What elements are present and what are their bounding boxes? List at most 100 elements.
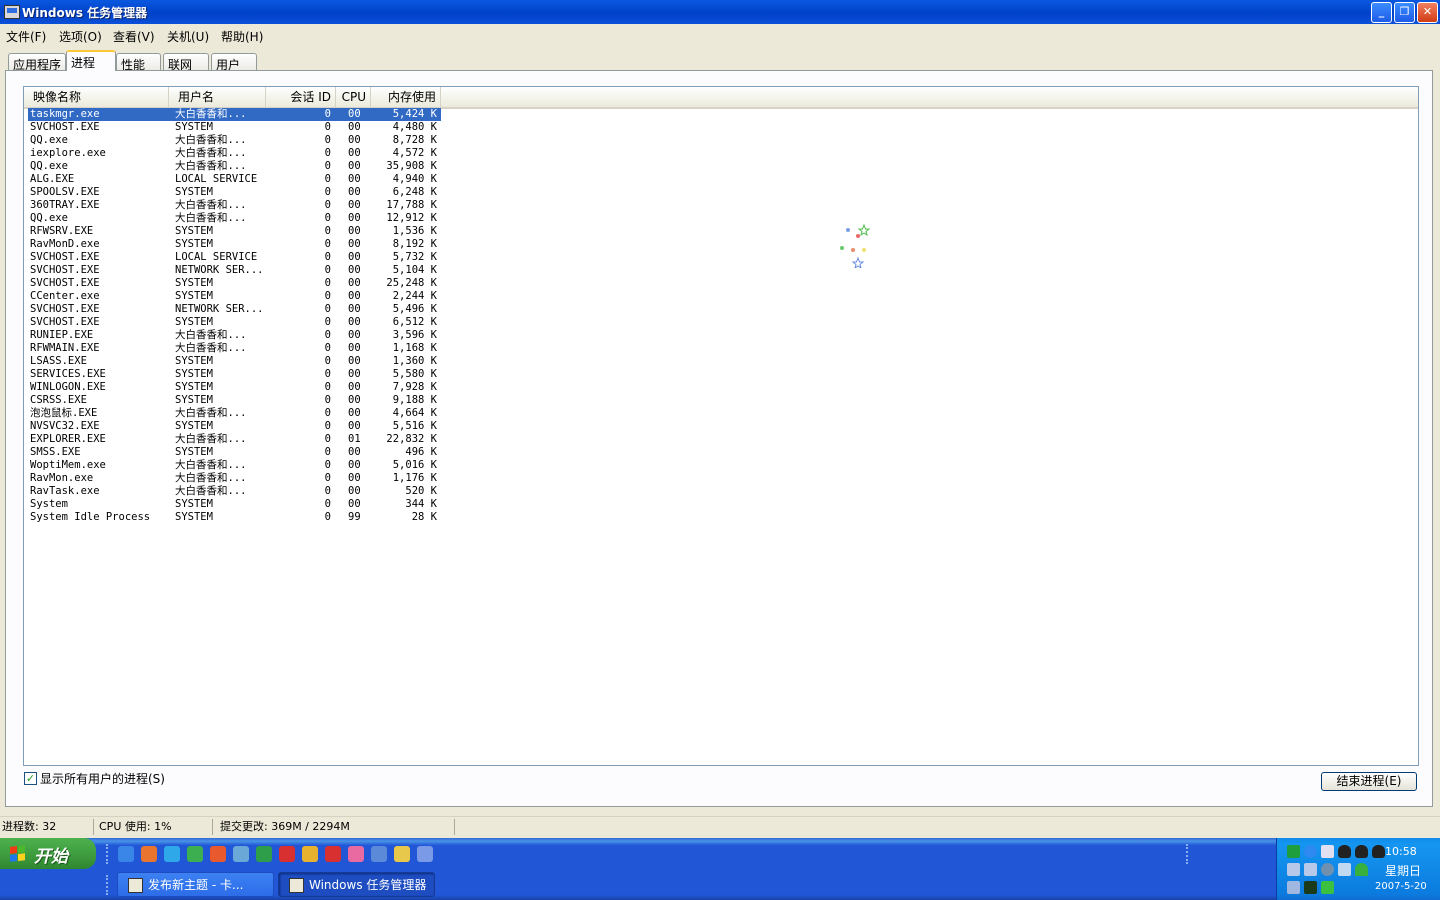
tab-networking[interactable]: 联网 (163, 53, 209, 72)
network-monitor-icon[interactable] (1287, 845, 1300, 858)
process-cpu: 00 (348, 108, 361, 120)
process-row[interactable]: RUNIEP.EXE 大白香香和... 0 00 3,596 K (28, 329, 441, 342)
clock-time[interactable]: 10:58 (1385, 845, 1417, 858)
speaker-icon[interactable] (1321, 863, 1334, 876)
process-cpu: 00 (348, 173, 361, 185)
process-session-id: 0 (324, 472, 331, 484)
arrow-icon[interactable] (164, 846, 180, 862)
tab-users[interactable]: 用户 (211, 53, 257, 72)
start-button[interactable]: 开始 (0, 838, 96, 869)
process-row[interactable]: WoptiMem.exe 大白香香和... 0 00 5,016 K (28, 459, 441, 472)
security-icon[interactable] (279, 846, 295, 862)
process-row[interactable]: SVCHOST.EXE NETWORK SER... 0 00 5,104 K (28, 264, 441, 277)
download-icon[interactable] (141, 846, 157, 862)
mouse-icon[interactable] (1287, 881, 1300, 894)
menu-view[interactable]: 查看(V) (113, 28, 155, 45)
globe-icon[interactable] (256, 846, 272, 862)
firewall-icon[interactable] (1338, 863, 1351, 876)
qq-user-icon[interactable] (302, 846, 318, 862)
process-row[interactable]: iexplore.exe 大白香香和... 0 00 4,572 K (28, 147, 441, 160)
process-row[interactable]: System Idle Process SYSTEM 0 99 28 K (28, 511, 441, 524)
taskbar-button-forum[interactable]: 发布新主题 - 卡... (117, 872, 274, 897)
network-icon[interactable] (233, 846, 249, 862)
process-name: System (30, 498, 68, 510)
ie-icon[interactable] (1304, 845, 1317, 858)
qq-icon[interactable] (1355, 845, 1368, 858)
process-row[interactable]: 360TRAY.EXE 大白香香和... 0 00 17,788 K (28, 199, 441, 212)
process-row[interactable]: WINLOGON.EXE SYSTEM 0 00 7,928 K (28, 381, 441, 394)
column-header-memory[interactable]: 内存使用 (371, 87, 441, 107)
process-row[interactable]: LSASS.EXE SYSTEM 0 00 1,360 K (28, 355, 441, 368)
process-row[interactable]: EXPLORER.EXE 大白香香和... 0 01 22,832 K (28, 433, 441, 446)
process-row[interactable]: SPOOLSV.EXE SYSTEM 0 00 6,248 K (28, 186, 441, 199)
tab-processes[interactable]: 进程 (66, 50, 116, 71)
process-row[interactable]: CCenter.exe SYSTEM 0 00 2,244 K (28, 290, 441, 303)
process-row[interactable]: ALG.EXE LOCAL SERVICE 0 00 4,940 K (28, 173, 441, 186)
qq-icon[interactable] (1338, 845, 1351, 858)
process-row[interactable]: RavMonD.exe SYSTEM 0 00 8,192 K (28, 238, 441, 251)
process-user: SYSTEM (175, 238, 213, 250)
process-row[interactable]: SVCHOST.EXE SYSTEM 0 00 25,248 K (28, 277, 441, 290)
process-row[interactable]: SVCHOST.EXE LOCAL SERVICE 0 00 5,732 K (28, 251, 441, 264)
moon-icon[interactable] (417, 846, 433, 862)
network-connection-icon[interactable] (1304, 863, 1317, 876)
ie-icon[interactable] (118, 846, 134, 862)
menu-shutdown[interactable]: 关机(U) (167, 28, 209, 45)
column-header-session-id[interactable]: 会话 ID (266, 87, 336, 107)
end-process-button[interactable]: 结束进程(E) (1321, 772, 1417, 791)
toolbar-grip[interactable] (106, 875, 111, 895)
shield-icon[interactable] (187, 846, 203, 862)
title-bar[interactable]: Windows 任务管理器 _ ❐ ✕ (0, 0, 1440, 24)
toolbar-grip[interactable] (106, 844, 111, 864)
minimize-button[interactable]: _ (1371, 2, 1392, 23)
network-icon[interactable] (1321, 845, 1334, 858)
process-user: 大白香香和... (175, 472, 247, 484)
process-row[interactable]: QQ.exe 大白香香和... 0 00 8,728 K (28, 134, 441, 147)
qq-icon[interactable] (1372, 845, 1385, 858)
process-list[interactable]: 映像名称 用户名 会话 ID CPU 内存使用 taskmgr.exe 大白香香和… (23, 86, 1419, 766)
clock-date[interactable]: 2007-5-20 (1375, 881, 1427, 892)
process-row[interactable]: NVSVC32.EXE SYSTEM 0 00 5,516 K (28, 420, 441, 433)
process-row[interactable]: CSRSS.EXE SYSTEM 0 00 9,188 K (28, 394, 441, 407)
process-row[interactable]: QQ.exe 大白香香和... 0 00 12,912 K (28, 212, 441, 225)
network-connection-icon[interactable] (1287, 863, 1300, 876)
clock-day[interactable]: 星期日 (1385, 862, 1421, 879)
process-row[interactable]: SMSS.EXE SYSTEM 0 00 496 K (28, 446, 441, 459)
toolbar-grip[interactable] (1186, 844, 1191, 864)
maximize-button[interactable]: ❐ (1394, 2, 1415, 23)
process-memory: 35,908 K (386, 160, 437, 172)
process-row[interactable]: SERVICES.EXE SYSTEM 0 00 5,580 K (28, 368, 441, 381)
umbrella-icon[interactable] (1355, 863, 1368, 876)
qq-icon[interactable] (325, 846, 341, 862)
tab-applications[interactable]: 应用程序 (8, 53, 66, 72)
taskbar-button-task-manager[interactable]: Windows 任务管理器 (278, 872, 435, 897)
antivirus-icon[interactable] (210, 846, 226, 862)
process-session-id: 0 (324, 212, 331, 224)
app-icon[interactable] (348, 846, 364, 862)
process-row[interactable]: System SYSTEM 0 00 344 K (28, 498, 441, 511)
menu-help[interactable]: 帮助(H) (221, 28, 263, 45)
process-row[interactable]: RFWMAIN.EXE 大白香香和... 0 00 1,168 K (28, 342, 441, 355)
shield-icon[interactable] (1321, 881, 1334, 894)
process-row[interactable]: RFWSRV.EXE SYSTEM 0 00 1,536 K (28, 225, 441, 238)
tab-performance[interactable]: 性能 (116, 53, 161, 72)
process-row[interactable]: SVCHOST.EXE SYSTEM 0 00 6,512 K (28, 316, 441, 329)
battery-icon[interactable] (394, 846, 410, 862)
process-name: SVCHOST.EXE (30, 251, 100, 263)
menu-file[interactable]: 文件(F) (6, 28, 46, 45)
column-header-user-name[interactable]: 用户名 (169, 87, 266, 107)
column-header-image-name[interactable]: 映像名称 (24, 87, 169, 107)
monitor-icon[interactable] (1304, 881, 1317, 894)
process-row[interactable]: SVCHOST.EXE NETWORK SER... 0 00 5,496 K (28, 303, 441, 316)
disk-icon[interactable] (371, 846, 387, 862)
menu-options[interactable]: 选项(O) (59, 28, 102, 45)
close-button[interactable]: ✕ (1417, 2, 1438, 23)
column-header-cpu[interactable]: CPU (336, 87, 371, 107)
process-row[interactable]: 泡泡鼠标.EXE 大白香香和... 0 00 4,664 K (28, 407, 441, 420)
process-row[interactable]: QQ.exe 大白香香和... 0 00 35,908 K (28, 160, 441, 173)
checkbox-check-icon[interactable]: ✓ (24, 772, 37, 785)
process-row[interactable]: SVCHOST.EXE SYSTEM 0 00 4,480 K (28, 121, 441, 134)
process-row[interactable]: taskmgr.exe 大白香香和... 0 00 5,424 K (28, 108, 441, 121)
process-row[interactable]: RavTask.exe 大白香香和... 0 00 520 K (28, 485, 441, 498)
process-row[interactable]: RavMon.exe 大白香香和... 0 00 1,176 K (28, 472, 441, 485)
